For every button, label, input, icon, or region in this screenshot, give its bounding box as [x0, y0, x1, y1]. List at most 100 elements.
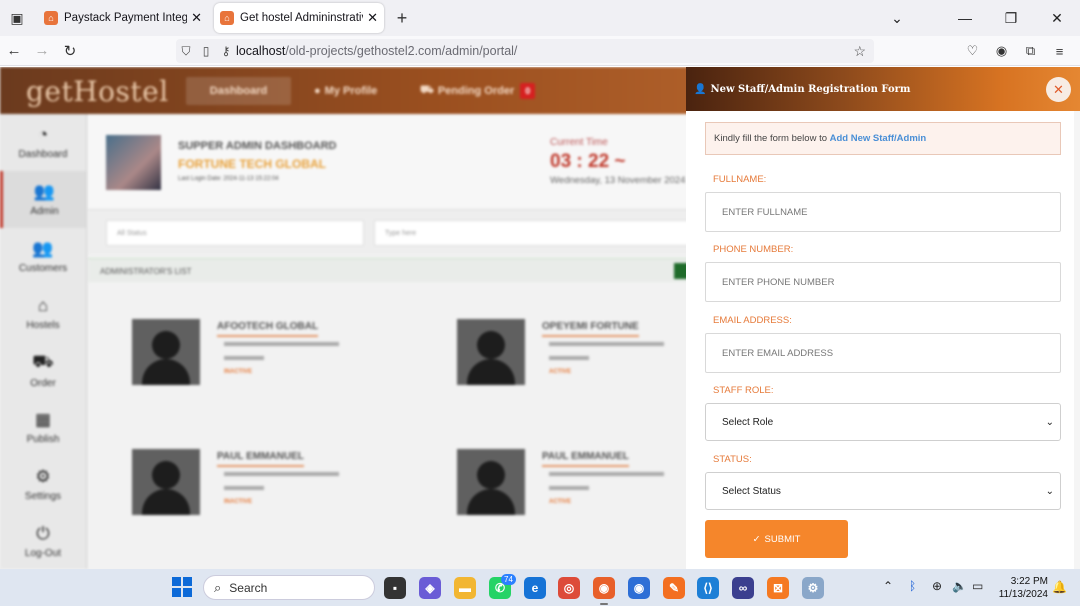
task-view-icon[interactable]: ▪: [384, 577, 406, 599]
sidebar-item-order[interactable]: ⛟ Order: [0, 342, 86, 399]
bookmark-star-icon[interactable]: ☆: [853, 43, 866, 60]
submit-label: SUBMIT: [764, 533, 801, 545]
add-admin-button[interactable]: [674, 263, 686, 279]
admin-card[interactable]: PAUL EMMANUEL ACTIVE: [435, 424, 686, 534]
language-icon[interactable]: ⊕: [932, 579, 942, 593]
notification-bell-icon[interactable]: 🔔: [1052, 580, 1067, 594]
app-topnav: getHostel Dashboard ● My Profile ⛟ Pending…: [0, 67, 686, 114]
current-date: Wednesday, 13 November 2024: [550, 175, 686, 186]
search-input[interactable]: Type here: [374, 220, 686, 246]
email-input[interactable]: ENTER EMAIL ADDRESS: [705, 333, 1061, 373]
nav-dashboard[interactable]: Dashboard: [186, 77, 291, 105]
firefox-dev-icon[interactable]: ◉: [628, 577, 650, 599]
file-explorer-icon[interactable]: ▬: [454, 577, 476, 599]
minimize-icon[interactable]: —: [942, 10, 988, 26]
registration-panel: 👤 New Staff/Admin Registration Form ✕ Ki…: [686, 67, 1080, 569]
active-app-indicator: [600, 603, 608, 605]
sublime-icon[interactable]: ✎: [663, 577, 685, 599]
close-tab-icon[interactable]: ✕: [367, 10, 378, 26]
sidebar-label: Customers: [18, 263, 68, 274]
sidebar-label: Hostels: [26, 320, 60, 331]
close-tab-icon[interactable]: ✕: [191, 10, 202, 26]
status-select[interactable]: Select Status ⌄: [705, 472, 1061, 510]
tab-title: Paystack Payment Integration T: [64, 12, 188, 24]
submit-button[interactable]: ✓ SUBMIT: [705, 520, 848, 558]
tab-gethostel[interactable]: ⌂ Get hostel Admininstrative Logi ✕: [214, 3, 384, 33]
pocket-icon[interactable]: ♡: [958, 43, 987, 59]
staff-id-line: [224, 472, 339, 476]
browser-tabbar: ▣ ⌂ Paystack Payment Integration T ✕ ⌂ G…: [0, 0, 1080, 36]
vscode-icon[interactable]: ⟨⟩: [697, 577, 719, 599]
close-window-icon[interactable]: ✕: [1034, 10, 1080, 27]
battery-icon[interactable]: ▭: [972, 579, 983, 593]
tab-paystack[interactable]: ⌂ Paystack Payment Integration T ✕: [38, 3, 208, 33]
sidebar-item-logout[interactable]: ⏻ Log-Out: [0, 513, 86, 569]
forward-icon[interactable]: →: [28, 42, 56, 59]
sidebar-item-admin[interactable]: 👥 Admin: [0, 171, 86, 228]
admin-card[interactable]: PAUL EMMANUEL INACTIVE: [110, 424, 422, 534]
nav-pending-order[interactable]: ⛟ Pending Order 0: [420, 77, 536, 105]
gethostel-logo[interactable]: getHostel: [26, 75, 169, 108]
filters-bar: All Status Type here: [88, 210, 686, 254]
pending-count-badge: 0: [520, 83, 536, 99]
show-hidden-icons[interactable]: ⌃: [883, 579, 893, 593]
close-panel-button[interactable]: ✕: [1046, 77, 1071, 102]
user-icon: ●: [314, 85, 321, 97]
sidebar-item-customers[interactable]: 👥 Customers: [0, 228, 86, 285]
sidebar-item-hostels[interactable]: ⌂ Hostels: [0, 285, 86, 342]
status-badge: INACTIVE: [224, 499, 253, 505]
dashboard-title: SUPPER ADMIN DASHBOARD: [178, 140, 337, 152]
new-tab-button[interactable]: +: [388, 4, 416, 32]
role-select[interactable]: Select Role ⌄: [705, 403, 1061, 441]
current-time-label: Current Time: [550, 137, 608, 148]
admin-name: PAUL EMMANUEL: [542, 451, 629, 467]
edge-icon[interactable]: e: [524, 577, 546, 599]
key-icon[interactable]: ⚷: [216, 44, 236, 58]
panel-scrollbar[interactable]: [1074, 111, 1080, 569]
basket-icon: ⛟: [32, 352, 54, 371]
firefox-icon[interactable]: ◉: [593, 577, 615, 599]
sidebar-item-publish[interactable]: ▦ Publish: [0, 399, 86, 456]
list-all-tabs-icon[interactable]: ⌄: [882, 10, 912, 27]
status-filter-select[interactable]: All Status: [106, 220, 364, 246]
sidebar-item-dashboard[interactable]: ◔ Dashboard: [0, 114, 86, 171]
avatar-placeholder: [132, 319, 200, 385]
shield-icon[interactable]: ⛉: [176, 44, 196, 59]
favicon-icon: ⌂: [220, 11, 234, 25]
chrome-icon[interactable]: ◎: [558, 577, 580, 599]
avatar-placeholder: [132, 449, 200, 515]
infinity-app-icon[interactable]: ∞: [732, 577, 754, 599]
volume-icon[interactable]: 🔈: [952, 579, 967, 593]
url-bar[interactable]: ⛉ ▯ ⚷ localhost/old-projects/gethostel2.…: [176, 39, 874, 63]
menu-icon[interactable]: ≡: [1045, 44, 1074, 59]
role-label: STAFF ROLE:: [713, 385, 774, 396]
admin-page: getHostel Dashboard ● My Profile ⛟ Pending…: [0, 67, 686, 569]
back-icon[interactable]: ←: [0, 42, 28, 59]
admin-list-title: ADMINISTRATOR'S LIST: [100, 267, 192, 276]
xampp-icon[interactable]: ⊠: [767, 577, 789, 599]
extensions-icon[interactable]: ⧉: [1016, 43, 1045, 59]
nav-profile[interactable]: ● My Profile: [314, 77, 377, 105]
tab-list-icon[interactable]: ▣: [2, 3, 32, 33]
maximize-icon[interactable]: ❐: [988, 10, 1034, 27]
panel-header: 👤 New Staff/Admin Registration Form ✕: [686, 67, 1080, 111]
fullname-input[interactable]: ENTER FULLNAME: [705, 192, 1061, 232]
network-app-icon[interactable]: ⚙: [802, 577, 824, 599]
notice-link[interactable]: Add New Staff/Admin: [830, 133, 927, 144]
avatar-placeholder: [457, 319, 525, 385]
admin-card[interactable]: AFOOTECH GLOBAL INACTIVE: [110, 294, 422, 404]
search-icon: ⌕: [214, 579, 222, 595]
admin-card[interactable]: OPEYEMI FORTUNE ACTIVE: [435, 294, 686, 404]
notice-text: Kindly fill the form below to: [714, 133, 830, 144]
account-icon[interactable]: ◉: [987, 43, 1016, 59]
taskbar-search[interactable]: ⌕ Search: [203, 575, 375, 600]
status-badge: INACTIVE: [224, 369, 253, 375]
windows-start-icon[interactable]: [172, 577, 192, 597]
phone-label: PHONE NUMBER:: [713, 244, 794, 255]
taskbar-clock[interactable]: 3:22 PM 11/13/2024: [996, 575, 1048, 601]
copilot-icon[interactable]: ◈: [419, 577, 441, 599]
bluetooth-icon[interactable]: ᛒ: [909, 579, 916, 593]
phone-input[interactable]: ENTER PHONE NUMBER: [705, 262, 1061, 302]
reload-icon[interactable]: ↻: [56, 42, 84, 60]
sidebar-item-settings[interactable]: ⚙ Settings: [0, 456, 86, 513]
